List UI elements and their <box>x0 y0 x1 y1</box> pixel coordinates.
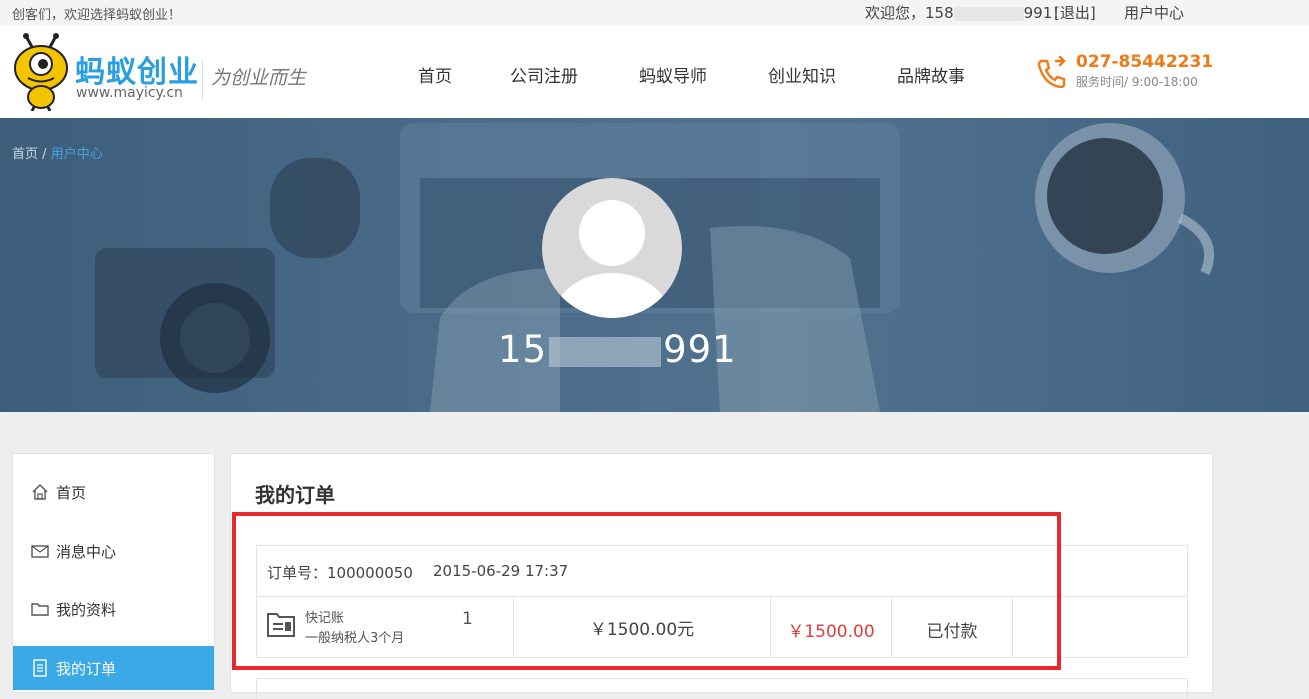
order-number: 订单号：100000050 <box>267 564 413 582</box>
product-quantity: 1 <box>462 609 473 629</box>
unit-price: ￥1500.00元 <box>589 620 695 640</box>
total-cell: ￥1500.00 <box>771 597 892 657</box>
folder-icon <box>31 603 49 616</box>
ant-logo-icon[interactable] <box>10 33 80 111</box>
order-total: ￥1500.00 <box>787 622 875 642</box>
user-center-link[interactable]: 用户中心 <box>1124 2 1184 23</box>
price-cell: ￥1500.00元 <box>514 597 771 657</box>
invoice-icon <box>267 613 295 637</box>
status-cell: 已付款 <box>892 597 1013 657</box>
sidebar-item-orders[interactable]: 我的订单 <box>13 646 214 690</box>
next-order-card <box>256 678 1188 699</box>
top-bar: 创客们，欢迎选择蚂蚁创业！ 欢迎您，158 991！ [退出] 用户中心 <box>0 0 1309 25</box>
nav-knowledge[interactable]: 创业知识 <box>768 62 836 87</box>
sidebar-item-messages[interactable]: 消息中心 <box>13 529 214 573</box>
sidebar-item-profile[interactable]: 我的资料 <box>13 587 214 631</box>
breadcrumb: 首页 / 用户中心 <box>12 143 103 162</box>
product-cell: 快记账 一般纳税人3个月 1 <box>257 597 514 657</box>
welcome-text: 欢迎您，158 991！ <box>865 4 1068 22</box>
breadcrumb-separator: / <box>42 147 47 162</box>
profile-banner: 首页 / 用户中心 15 991 <box>0 118 1309 412</box>
order-header: 订单号：100000050 2015-06-29 17:37 <box>257 546 1187 597</box>
avatar[interactable] <box>542 178 682 318</box>
order-card: 订单号：100000050 2015-06-29 17:37 快记账 一般纳税人… <box>256 545 1188 658</box>
orders-panel: 我的订单 订单号：100000050 2015-06-29 17:37 快记账 … <box>230 453 1213 699</box>
order-row[interactable]: 快记账 一般纳税人3个月 1 ￥1500.00元 ￥1500.00 已付款 <box>257 597 1187 657</box>
document-icon <box>33 659 47 677</box>
masked-phone <box>953 6 1024 21</box>
sidebar-item-label: 消息中心 <box>56 543 117 561</box>
hotline-number: 027-85442231 <box>1076 52 1214 72</box>
user-avatar-icon <box>554 200 670 318</box>
nav-home[interactable]: 首页 <box>418 62 452 87</box>
breadcrumb-home[interactable]: 首页 <box>12 147 38 162</box>
nav-mentors[interactable]: 蚂蚁导师 <box>639 62 707 87</box>
breadcrumb-current[interactable]: 用户中心 <box>51 147 103 162</box>
brand-url: www.mayicy.cn <box>76 85 183 101</box>
site-header: 蚂蚁创业 www.mayicy.cn 为创业而生 首页 公司注册 蚂蚁导师 创业… <box>0 25 1309 119</box>
slogan: 为创业而生 <box>211 67 307 89</box>
sidebar-item-home[interactable]: 首页 <box>13 470 214 514</box>
phone-icon <box>1037 55 1066 89</box>
product-description: 一般纳税人3个月 <box>305 631 405 646</box>
page-title: 我的订单 <box>255 483 335 507</box>
product-name: 快记账 <box>305 611 345 626</box>
username: 15 991 <box>498 328 737 371</box>
greeting-text: 创客们，欢迎选择蚂蚁创业！ <box>12 8 182 23</box>
mail-icon <box>31 545 49 558</box>
nav-brand-story[interactable]: 品牌故事 <box>897 62 965 87</box>
logout-link[interactable]: [退出] <box>1054 2 1096 23</box>
home-icon <box>32 484 48 500</box>
service-hours: 服务时间/ 9:00-18:00 <box>1076 75 1198 89</box>
sidebar-item-label: 首页 <box>56 484 87 502</box>
user-sidebar: 首页 消息中心 我的资料 我的订单 <box>12 453 215 693</box>
nav-company-registration[interactable]: 公司注册 <box>510 62 578 87</box>
order-status: 已付款 <box>926 622 978 642</box>
sidebar-item-label: 我的订单 <box>56 660 117 678</box>
sidebar-item-label: 我的资料 <box>56 601 117 619</box>
divider <box>202 60 203 100</box>
order-datetime: 2015-06-29 17:37 <box>433 562 569 580</box>
masked-username <box>549 336 662 367</box>
